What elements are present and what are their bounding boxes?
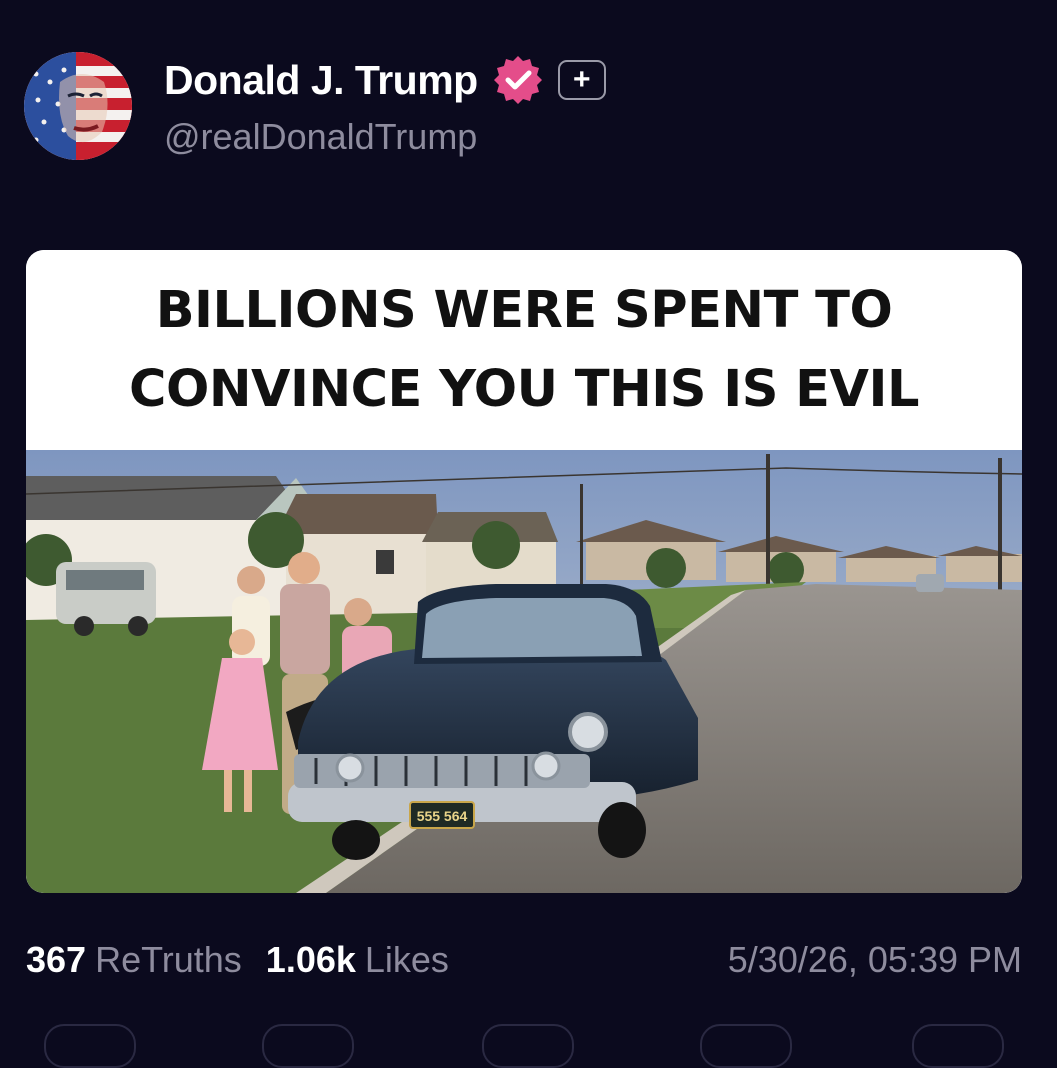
share-action-button[interactable] bbox=[700, 1024, 792, 1068]
retruths-stat[interactable]: 367 ReTruths bbox=[26, 939, 242, 981]
plus-icon: + bbox=[572, 63, 591, 96]
retruths-count: 367 bbox=[26, 939, 87, 980]
avatar[interactable] bbox=[24, 52, 132, 160]
follow-button[interactable]: + bbox=[557, 60, 606, 100]
post-header: Donald J. Trump + @realDonaldTrump bbox=[24, 52, 606, 160]
reply-action-button[interactable] bbox=[44, 1024, 136, 1068]
more-action-button[interactable] bbox=[912, 1024, 1004, 1068]
post-image-card[interactable]: BILLIONS WERE SPENT TO CONVINCE YOU THIS… bbox=[26, 250, 1022, 893]
author-names: Donald J. Trump + @realDonaldTrump bbox=[164, 54, 606, 158]
verified-badge-icon bbox=[493, 56, 542, 104]
likes-label: Likes bbox=[364, 939, 449, 980]
retruths-label: ReTruths bbox=[95, 939, 242, 980]
meme-caption-line-2: CONVINCE YOU THIS IS EVIL bbox=[129, 360, 919, 419]
likes-count: 1.06k bbox=[265, 939, 356, 980]
author-handle[interactable]: @realDonaldTrump bbox=[164, 116, 606, 158]
post-footer: 367 ReTruths 1.06k Likes 5/30/26, 05:39 … bbox=[26, 938, 1022, 982]
post-timestamp[interactable]: 5/30/26, 05:39 PM bbox=[728, 939, 1022, 981]
like-action-button[interactable] bbox=[482, 1024, 574, 1068]
name-row: Donald J. Trump + bbox=[164, 54, 606, 106]
meme-caption: BILLIONS WERE SPENT TO CONVINCE YOU THIS… bbox=[26, 250, 1022, 450]
author-display-name[interactable]: Donald J. Trump bbox=[164, 56, 478, 104]
flag-portrait-icon bbox=[24, 52, 132, 160]
license-plate-text: 555 564 bbox=[417, 808, 468, 824]
vintage-family-car-photo: 555 564 bbox=[26, 450, 1022, 893]
retruth-action-button[interactable] bbox=[262, 1024, 354, 1068]
likes-stat[interactable]: 1.06k Likes bbox=[266, 939, 449, 981]
meme-caption-line-1: BILLIONS WERE SPENT TO bbox=[155, 280, 893, 340]
